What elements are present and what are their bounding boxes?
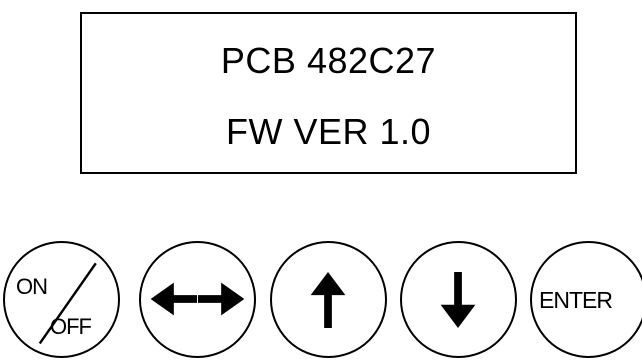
left-right-arrow-icon [150,282,245,316]
on-off-slash-icon [38,262,97,345]
down-button[interactable] [400,241,517,358]
off-label: OFF [50,314,92,339]
left-right-button[interactable] [139,241,256,358]
enter-label: ENTER [539,287,613,313]
down-arrow-icon [440,271,476,328]
display-line-model: PCB 482C27 [220,40,437,81]
enter-button[interactable]: ENTER [530,241,642,358]
display-line-firmware: FW VER 1.0 [225,111,432,152]
lcd-display: PCB 482C27 FW VER 1.0 [80,12,577,174]
on-off-button[interactable]: ON OFF [3,241,120,358]
up-arrow-icon [310,271,346,328]
up-button[interactable] [270,241,387,358]
on-label: ON [16,274,48,299]
